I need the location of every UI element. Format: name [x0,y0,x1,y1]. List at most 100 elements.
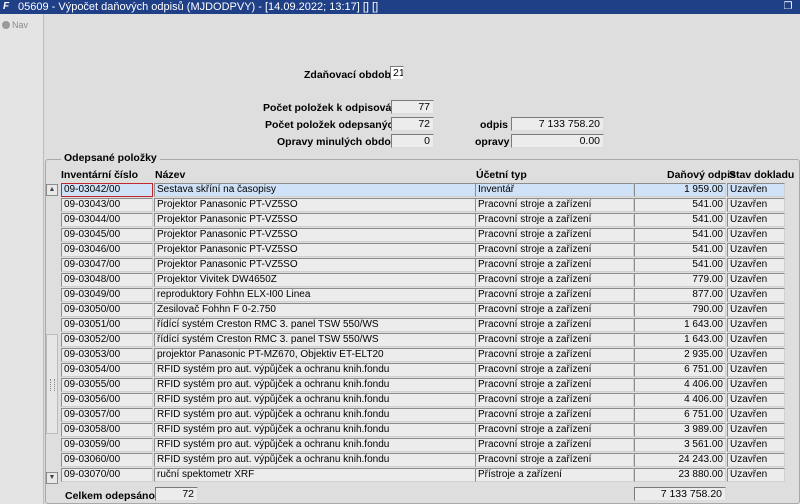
name-cell[interactable]: Sestava skříní na časopisy [154,183,476,197]
inventory-cell[interactable]: 09-03050/00 [61,303,153,317]
status-cell[interactable]: Uzavřen [727,333,785,347]
inventory-cell[interactable]: 09-03060/00 [61,453,153,467]
amount-cell[interactable]: 3 561.00 [634,438,726,452]
name-cell[interactable]: Projektor Panasonic PT-VZ5SO [154,228,476,242]
type-cell[interactable]: Pracovní stroje a zařízení [475,363,634,377]
status-cell[interactable]: Uzavřen [727,393,785,407]
inventory-cell[interactable]: 09-03058/00 [61,423,153,437]
amount-cell[interactable]: 3 989.00 [634,423,726,437]
table-row[interactable]: 09-03053/00 projektor Panasonic PT-MZ670… [45,347,800,363]
type-cell[interactable]: Pracovní stroje a zařízení [475,228,634,242]
table-row[interactable]: 09-03055/00 RFID systém pro aut. výpůjče… [45,377,800,393]
name-cell[interactable]: ruční spektometr XRF [154,468,476,482]
type-cell[interactable]: Pracovní stroje a zařízení [475,318,634,332]
type-cell[interactable]: Pracovní stroje a zařízení [475,288,634,302]
name-cell[interactable]: řídící systém Creston RMC 3. panel TSW 5… [154,318,476,332]
name-cell[interactable]: RFID systém pro aut. výpůjček a ochranu … [154,393,476,407]
amount-cell[interactable]: 541.00 [634,243,726,257]
table-row[interactable]: 09-03059/00 RFID systém pro aut. výpůjče… [45,437,800,453]
status-cell[interactable]: Uzavřen [727,183,785,197]
type-cell[interactable]: Pracovní stroje a zařízení [475,333,634,347]
amount-cell[interactable]: 4 406.00 [634,393,726,407]
amount-cell[interactable]: 541.00 [634,228,726,242]
inventory-cell[interactable]: 09-03070/00 [61,468,153,482]
inventory-cell[interactable]: 09-03043/00 [61,198,153,212]
status-cell[interactable]: Uzavřen [727,243,785,257]
amount-cell[interactable]: 23 880.00 [634,468,726,482]
amount-cell[interactable]: 4 406.00 [634,378,726,392]
inventory-cell[interactable]: 09-03055/00 [61,378,153,392]
period-field[interactable]: 21 [390,66,404,80]
status-cell[interactable]: Uzavřen [727,438,785,452]
inventory-cell[interactable]: 09-03057/00 [61,408,153,422]
table-row[interactable]: 09-03043/00 Projektor Panasonic PT-VZ5SO… [45,197,800,213]
type-cell[interactable]: Pracovní stroje a zařízení [475,423,634,437]
name-cell[interactable]: RFID systém pro aut. výpůjček a ochranu … [154,423,476,437]
nav-button[interactable]: Nav [2,20,28,32]
inventory-cell[interactable]: 09-03056/00 [61,393,153,407]
inventory-cell[interactable]: 09-03047/00 [61,258,153,272]
table-row[interactable]: 09-03046/00 Projektor Panasonic PT-VZ5SO… [45,242,800,258]
inventory-cell[interactable]: 09-03049/00 [61,288,153,302]
status-cell[interactable]: Uzavřen [727,318,785,332]
status-cell[interactable]: Uzavřen [727,228,785,242]
type-cell[interactable]: Pracovní stroje a zařízení [475,213,634,227]
amount-cell[interactable]: 790.00 [634,303,726,317]
amount-cell[interactable]: 1 643.00 [634,333,726,347]
status-cell[interactable]: Uzavřen [727,378,785,392]
table-row[interactable]: 09-03056/00 RFID systém pro aut. výpůjče… [45,392,800,408]
status-cell[interactable]: Uzavřen [727,258,785,272]
inventory-cell[interactable]: 09-03052/00 [61,333,153,347]
table-row[interactable]: 09-03047/00 Projektor Panasonic PT-VZ5SO… [45,257,800,273]
table-row[interactable]: 09-03057/00 RFID systém pro aut. výpůjče… [45,407,800,423]
amount-cell[interactable]: 24 243.00 [634,453,726,467]
status-cell[interactable]: Uzavřen [727,363,785,377]
amount-cell[interactable]: 541.00 [634,198,726,212]
type-cell[interactable]: Pracovní stroje a zařízení [475,393,634,407]
amount-cell[interactable]: 2 935.00 [634,348,726,362]
status-cell[interactable]: Uzavřen [727,408,785,422]
name-cell[interactable]: RFID systém pro aut. výpůjček a ochranu … [154,453,476,467]
amount-cell[interactable]: 1 643.00 [634,318,726,332]
table-row[interactable]: 09-03051/00 řídící systém Creston RMC 3.… [45,317,800,333]
table-row[interactable]: 09-03048/00 Projektor Vivitek DW4650Z Pr… [45,272,800,288]
table-row[interactable]: 09-03058/00 RFID systém pro aut. výpůjče… [45,422,800,438]
status-cell[interactable]: Uzavřen [727,468,785,482]
window-restore-icon[interactable]: ❐ [782,0,794,14]
inventory-cell[interactable]: 09-03048/00 [61,273,153,287]
name-cell[interactable]: Projektor Vivitek DW4650Z [154,273,476,287]
name-cell[interactable]: reproduktory Fohhn ELX-I00 Linea [154,288,476,302]
status-cell[interactable]: Uzavřen [727,198,785,212]
status-cell[interactable]: Uzavřen [727,303,785,317]
type-cell[interactable]: Přístroje a zařízení [475,468,634,482]
type-cell[interactable]: Pracovní stroje a zařízení [475,438,634,452]
inventory-cell[interactable]: 09-03046/00 [61,243,153,257]
table-row[interactable]: 09-03054/00 RFID systém pro aut. výpůjče… [45,362,800,378]
name-cell[interactable]: RFID systém pro aut. výpůjček a ochranu … [154,363,476,377]
inventory-cell[interactable]: 09-03053/00 [61,348,153,362]
table-row[interactable]: 09-03052/00 řídící systém Creston RMC 3.… [45,332,800,348]
amount-cell[interactable]: 541.00 [634,258,726,272]
type-cell[interactable]: Pracovní stroje a zařízení [475,453,634,467]
name-cell[interactable]: projektor Panasonic PT-MZ670, Objektiv E… [154,348,476,362]
status-cell[interactable]: Uzavřen [727,213,785,227]
type-cell[interactable]: Pracovní stroje a zařízení [475,303,634,317]
table-row[interactable]: 09-03060/00 RFID systém pro aut. výpůjče… [45,452,800,468]
name-cell[interactable]: Projektor Panasonic PT-VZ5SO [154,243,476,257]
table-row[interactable]: 09-03042/00 Sestava skříní na časopisy I… [45,182,800,198]
amount-cell[interactable]: 541.00 [634,213,726,227]
amount-cell[interactable]: 1 959.00 [634,183,726,197]
name-cell[interactable]: Projektor Panasonic PT-VZ5SO [154,198,476,212]
table-row[interactable]: 09-03049/00 reproduktory Fohhn ELX-I00 L… [45,287,800,303]
name-cell[interactable]: Projektor Panasonic PT-VZ5SO [154,258,476,272]
amount-cell[interactable]: 877.00 [634,288,726,302]
type-cell[interactable]: Inventář [475,183,634,197]
type-cell[interactable]: Pracovní stroje a zařízení [475,198,634,212]
name-cell[interactable]: Projektor Panasonic PT-VZ5SO [154,213,476,227]
status-cell[interactable]: Uzavřen [727,288,785,302]
name-cell[interactable]: RFID systém pro aut. výpůjček a ochranu … [154,378,476,392]
table-row[interactable]: 09-03070/00 ruční spektometr XRF Přístro… [45,467,800,483]
table-row[interactable]: 09-03050/00 Zesilovač Fohhn F 0-2.750 Pr… [45,302,800,318]
type-cell[interactable]: Pracovní stroje a zařízení [475,348,634,362]
inventory-cell[interactable]: 09-03054/00 [61,363,153,377]
